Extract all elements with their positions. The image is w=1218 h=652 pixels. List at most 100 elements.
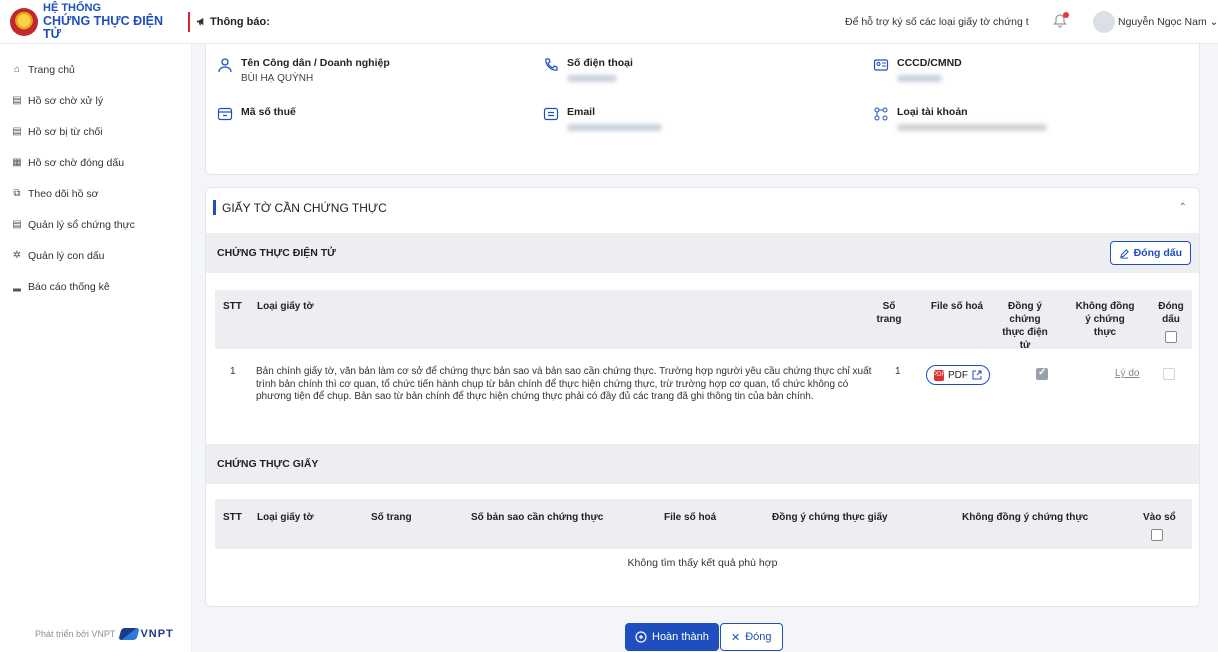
chevron-down-icon: ⌄ bbox=[1209, 16, 1218, 28]
info-label: Tên Công dân / Doanh nghiệp bbox=[241, 57, 390, 69]
documents-card: GIẤY TỜ CẦN CHỨNG THỰC ⌃ CHỨNG THỰC ĐIỆN… bbox=[205, 187, 1200, 607]
pdf-label: PDF bbox=[948, 369, 968, 381]
col-type: Loại giấy tờ bbox=[257, 301, 314, 312]
col-stt: STT bbox=[223, 301, 242, 312]
col-stt: STT bbox=[223, 512, 242, 523]
info-account-type: Loại tài khoản bbox=[873, 106, 1047, 134]
developer-footer: Phát triển bởi VNPT VNPT bbox=[35, 628, 174, 640]
paper-section-title: CHỨNG THỰC GIẤY bbox=[217, 458, 319, 470]
redacted-value bbox=[567, 75, 617, 82]
stamp-pen-icon bbox=[1119, 248, 1129, 259]
info-id: CCCD/CMND bbox=[873, 57, 962, 85]
info-label: Mã số thuế bbox=[241, 106, 296, 118]
sidebar-item-label: Quản lý con dấu bbox=[28, 249, 105, 262]
app-title: HỆ THỐNG CHỨNG THỰC ĐIỆN TỬ bbox=[43, 2, 182, 41]
col-disagree: Không đồng ý chứng thực bbox=[962, 512, 1089, 523]
info-label: Số điện thoại bbox=[567, 57, 633, 69]
sidebar-item-awaiting-stamp[interactable]: ▦ Hồ sơ chờ đóng dấu bbox=[0, 147, 191, 178]
col-register: Vào sổ bbox=[1143, 512, 1176, 523]
sidebar-item-label: Trang chủ bbox=[28, 63, 75, 76]
select-all-register-checkbox[interactable] bbox=[1151, 529, 1163, 541]
agree-electronic-checkbox[interactable] bbox=[1036, 367, 1048, 380]
close-button[interactable]: ✕ Đóng bbox=[720, 623, 783, 651]
user-menu[interactable]: Nguyễn Ngọc Nam ⌄ bbox=[1118, 16, 1218, 28]
document-icon: ▤ bbox=[12, 95, 22, 106]
sidebar-item-label: Quản lý sổ chứng thực bbox=[28, 218, 135, 231]
tax-icon bbox=[217, 107, 233, 121]
row-document-type: Bản chính giấy tờ, văn bản làm cơ sở để … bbox=[256, 366, 872, 402]
electronic-section-header: CHỨNG THỰC ĐIỆN TỬ Đóng dấu bbox=[206, 233, 1199, 273]
account-type-icon bbox=[874, 107, 888, 121]
select-all-stamp-checkbox[interactable] bbox=[1165, 331, 1177, 343]
info-label: Email bbox=[567, 106, 596, 118]
sidebar-item-home[interactable]: ⌂ Trang chủ bbox=[0, 54, 191, 85]
col-pages: Số trang bbox=[371, 512, 412, 523]
pdf-file-button[interactable]: PDF PDF bbox=[926, 365, 990, 385]
info-tax: Mã số thuế bbox=[217, 106, 296, 122]
avatar[interactable] bbox=[1093, 11, 1115, 33]
col-disagree: Không đồng ý chứng thực bbox=[1075, 301, 1135, 338]
notice-text: Thông báo: bbox=[210, 15, 270, 28]
sidebar-item-rejected[interactable]: ▤ Hồ sơ bị từ chối bbox=[0, 116, 191, 147]
complete-button[interactable]: Hoàn thành bbox=[625, 623, 719, 651]
divider bbox=[188, 11, 190, 32]
chevron-up-icon[interactable]: ⌃ bbox=[1179, 202, 1187, 213]
track-icon: ⧉ bbox=[13, 188, 21, 199]
book-icon: ▤ bbox=[12, 219, 22, 230]
document-icon: ▤ bbox=[12, 126, 22, 137]
info-name: Tên Công dân / Doanh nghiệp BÙI HẠ QUỲNH bbox=[217, 57, 390, 84]
sidebar-item-label: Hồ sơ chờ đóng dấu bbox=[28, 156, 125, 169]
notification-badge bbox=[1063, 12, 1069, 18]
app-logo[interactable]: HỆ THỐNG CHỨNG THỰC ĐIỆN TỬ bbox=[0, 0, 182, 44]
sidebar-item-tracking[interactable]: ⧉ Theo dõi hồ sơ bbox=[0, 178, 191, 209]
megaphone-icon bbox=[196, 17, 204, 26]
vnpt-brand: VNPT bbox=[140, 628, 174, 640]
electronic-section-title: CHỨNG THỰC ĐIỆN TỬ bbox=[217, 247, 336, 259]
gear-icon: ✲ bbox=[12, 250, 22, 261]
sidebar-item-stamp-management[interactable]: ✲ Quản lý con dấu bbox=[0, 240, 191, 271]
col-file: File số hoá bbox=[664, 512, 717, 523]
sidebar-item-reports[interactable]: ▂ Báo cáo thống kê bbox=[0, 271, 191, 302]
sidebar-item-label: Hồ sơ bị từ chối bbox=[28, 125, 103, 138]
col-copies: Số bản sao cần chứng thực bbox=[471, 512, 604, 523]
info-label: Loại tài khoản bbox=[897, 106, 968, 118]
redacted-value bbox=[567, 124, 662, 131]
user-icon bbox=[218, 58, 232, 73]
col-stamp: Đóng dấu bbox=[1158, 301, 1184, 325]
stamp-button[interactable]: Đóng dấu bbox=[1109, 241, 1191, 265]
col-agree: Đồng ý chứng thực điện tử bbox=[1002, 301, 1048, 351]
sidebar: ⌂ Trang chủ ▤ Hồ sơ chờ xử lý ▤ Hồ sơ bị… bbox=[0, 44, 192, 652]
complete-button-label: Hoàn thành bbox=[652, 631, 709, 643]
bar-chart-icon: ▂ bbox=[13, 281, 21, 292]
sidebar-item-book-management[interactable]: ▤ Quản lý sổ chứng thực bbox=[0, 209, 191, 240]
section-accent bbox=[213, 200, 216, 215]
national-emblem-icon bbox=[10, 7, 38, 36]
user-name: Nguyễn Ngọc Nam bbox=[1118, 16, 1207, 28]
id-card-icon bbox=[873, 59, 889, 71]
check-circle-icon bbox=[635, 631, 647, 643]
applicant-info-card: Tên Công dân / Doanh nghiệp BÙI HẠ QUỲNH… bbox=[205, 44, 1200, 175]
row-stt: 1 bbox=[230, 366, 236, 377]
electronic-table-header: STT Loại giấy tờ Số trang File số hoá Đồ… bbox=[215, 290, 1192, 351]
sidebar-item-label: Theo dõi hồ sơ bbox=[28, 187, 99, 200]
stamp-button-label: Đóng dấu bbox=[1133, 247, 1182, 259]
paper-table-header: STT Loại giấy tờ Số trang Số bản sao cần… bbox=[215, 499, 1192, 549]
pdf-icon: PDF bbox=[933, 369, 945, 381]
app-title-line2: CHỨNG THỰC ĐIỆN TỬ bbox=[43, 14, 164, 41]
redacted-value bbox=[897, 75, 942, 82]
home-icon: ⌂ bbox=[13, 64, 21, 75]
empty-results: Không tìm thấy kết quả phù hợp bbox=[627, 557, 778, 569]
external-link-icon bbox=[972, 370, 982, 380]
vnpt-mark-icon bbox=[118, 628, 141, 640]
col-file: File số hoá bbox=[930, 301, 984, 312]
close-icon: ✕ bbox=[731, 631, 741, 644]
stamp-row-checkbox[interactable] bbox=[1163, 368, 1175, 380]
row-pages: 1 bbox=[895, 366, 901, 377]
grid-icon: ▦ bbox=[12, 157, 22, 168]
reason-link[interactable]: Lý do bbox=[1115, 368, 1139, 379]
sidebar-item-label: Báo cáo thống kê bbox=[28, 280, 110, 293]
sidebar-item-pending[interactable]: ▤ Hồ sơ chờ xử lý bbox=[0, 85, 191, 116]
info-phone: Số điện thoại bbox=[543, 57, 633, 85]
notice-marquee[interactable]: Để hỗ trợ ký số các loại giấy tờ chứng t bbox=[845, 16, 1045, 28]
section-title: GIẤY TỜ CẦN CHỨNG THỰC bbox=[213, 200, 387, 215]
